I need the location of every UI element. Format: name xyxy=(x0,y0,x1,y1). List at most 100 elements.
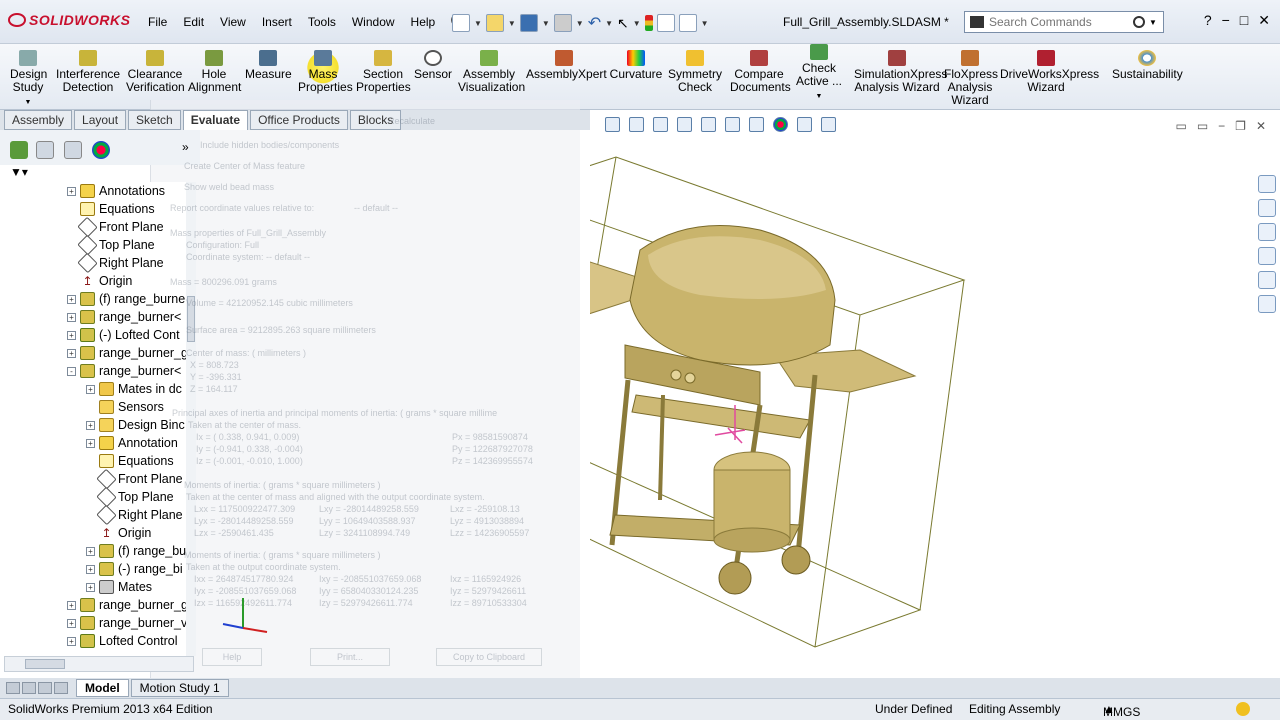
menu-edit[interactable]: Edit xyxy=(175,14,212,30)
tree-item[interactable]: + Mates in dc xyxy=(86,380,182,398)
tree-item[interactable]: + (-) Lofted Cont xyxy=(67,326,180,344)
tile-icon[interactable]: ▭ xyxy=(1175,119,1186,133)
configurationmanager-icon[interactable] xyxy=(64,141,82,159)
close-icon[interactable]: ✕ xyxy=(1256,119,1266,133)
assemblyxpert-button[interactable]: AssemblyXpert xyxy=(526,50,607,81)
hide-show-items-icon[interactable] xyxy=(749,117,764,132)
cascade-icon[interactable]: ▭ xyxy=(1197,119,1208,133)
help-button[interactable]: Help xyxy=(202,648,262,666)
simulationxpress-button[interactable]: SimulationXpress Analysis Wizard xyxy=(854,50,947,94)
tree-item[interactable]: Front Plane xyxy=(86,468,183,490)
chevron-down-icon[interactable]: ▼ xyxy=(508,19,516,28)
minimize-icon[interactable]: − xyxy=(1218,119,1225,133)
apply-scene-icon[interactable] xyxy=(797,117,812,132)
tree-item[interactable]: - range_burner< xyxy=(67,362,181,380)
featuremanager-icon[interactable] xyxy=(10,141,28,159)
maximize-icon[interactable]: □ xyxy=(1240,12,1248,29)
file-properties-icon[interactable] xyxy=(656,14,675,32)
zoom-to-area-icon[interactable] xyxy=(629,117,644,132)
menu-help[interactable]: Help xyxy=(403,14,444,30)
menu-insert[interactable]: Insert xyxy=(254,14,300,30)
section-properties-button[interactable]: Section Properties xyxy=(356,50,411,94)
next-tab-icon[interactable] xyxy=(38,682,52,694)
tree-item[interactable]: Top Plane xyxy=(67,234,155,256)
chevron-down-icon[interactable]: ▼ xyxy=(576,19,584,28)
tree-item[interactable]: Sensors xyxy=(86,398,164,416)
chevron-down-icon[interactable]: ▼ xyxy=(474,19,482,28)
custom-properties-icon[interactable] xyxy=(1258,295,1276,313)
solidworks-resources-icon[interactable] xyxy=(1258,175,1276,193)
graphics-area[interactable] xyxy=(464,115,1280,677)
check-active-button[interactable]: Check Active ... ▼ xyxy=(794,44,844,103)
displaymanager-icon[interactable] xyxy=(92,141,110,159)
propertymanager-icon[interactable] xyxy=(36,141,54,159)
scrollbar-thumb[interactable] xyxy=(25,659,65,669)
expand-chevron-icon[interactable]: » xyxy=(182,140,189,154)
tree-item[interactable]: + range_burner_v xyxy=(67,614,187,632)
undo-icon[interactable]: ↶ xyxy=(588,13,601,33)
compare-documents-button[interactable]: Compare Documents xyxy=(730,50,791,94)
tree-item[interactable]: + range_burner< xyxy=(67,308,181,326)
tab-office-products[interactable]: Office Products xyxy=(250,110,348,130)
file-explorer-icon[interactable] xyxy=(1258,223,1276,241)
expand-icon[interactable]: + xyxy=(86,438,95,448)
display-style-icon[interactable] xyxy=(725,117,740,132)
expand-icon[interactable]: + xyxy=(86,384,95,394)
tree-item[interactable]: + Mates xyxy=(86,578,152,596)
grill-model[interactable] xyxy=(464,115,1280,677)
tree-horizontal-scrollbar[interactable] xyxy=(4,656,194,672)
expand-icon[interactable]: + xyxy=(67,618,76,628)
edit-appearance-icon[interactable] xyxy=(773,117,788,132)
expand-icon[interactable]: + xyxy=(67,312,76,322)
menu-file[interactable]: File xyxy=(140,14,175,30)
tree-item[interactable]: Front Plane xyxy=(67,216,164,238)
interference-detection-button[interactable]: Interference Detection xyxy=(56,50,120,94)
menu-view[interactable]: View xyxy=(212,14,254,30)
expand-icon[interactable]: + xyxy=(67,636,76,646)
tree-item[interactable]: + range_burner_g xyxy=(67,596,188,614)
view-palette-icon[interactable] xyxy=(1258,247,1276,265)
clearance-verification-button[interactable]: Clearance Verification xyxy=(126,50,185,94)
zoom-to-fit-icon[interactable] xyxy=(605,117,620,132)
tree-item[interactable]: + (-) range_bi xyxy=(86,560,183,578)
tree-item[interactable]: + Design Binc xyxy=(86,416,185,434)
recalculate-button[interactable]: Recalculate xyxy=(388,116,435,126)
tree-item[interactable]: + Annotation xyxy=(86,434,178,452)
tree-item[interactable]: ↥ Origin xyxy=(67,272,132,290)
symmetry-check-button[interactable]: Symmetry Check xyxy=(668,50,722,94)
measure-button[interactable]: Measure xyxy=(245,50,292,81)
menu-window[interactable]: Window xyxy=(344,14,403,30)
expand-icon[interactable]: + xyxy=(67,294,76,304)
view-orientation-icon[interactable] xyxy=(701,117,716,132)
tab-sketch[interactable]: Sketch xyxy=(128,110,181,130)
new-icon[interactable] xyxy=(452,14,470,32)
chevron-down-icon[interactable]: ▼ xyxy=(1149,18,1157,27)
collapse-icon[interactable]: - xyxy=(67,366,76,376)
section-view-icon[interactable] xyxy=(677,117,692,132)
close-icon[interactable]: ✕ xyxy=(1258,12,1270,29)
help-icon[interactable]: ? xyxy=(1204,12,1212,29)
search-input[interactable] xyxy=(989,15,1129,29)
design-study-button[interactable]: Design Study ▼ xyxy=(10,50,47,109)
tree-item[interactable]: + range_burner_g xyxy=(67,344,188,362)
appearances-icon[interactable] xyxy=(1258,271,1276,289)
expand-icon[interactable]: + xyxy=(86,420,95,430)
rebuild-status-icon[interactable] xyxy=(1236,702,1250,716)
open-icon[interactable] xyxy=(485,14,504,32)
filter-icon[interactable]: ▼▾ xyxy=(10,165,28,179)
tab-model[interactable]: Model xyxy=(76,679,129,697)
expand-icon[interactable]: + xyxy=(67,600,76,610)
restore-icon[interactable]: ❐ xyxy=(1235,119,1246,133)
previous-tab-icon[interactable] xyxy=(22,682,36,694)
print-button[interactable]: Print... xyxy=(310,648,390,666)
sensor-button[interactable]: Sensor xyxy=(414,50,452,81)
tree-item[interactable]: Right Plane xyxy=(86,504,183,526)
solidworks-logo[interactable]: SOLIDWORKS xyxy=(8,12,130,28)
expand-icon[interactable]: + xyxy=(86,546,95,556)
tab-layout[interactable]: Layout xyxy=(74,110,127,130)
chevron-down-icon[interactable]: ▼ xyxy=(605,19,613,28)
units-selector[interactable]: MMGS ▲ xyxy=(1103,702,1140,719)
save-icon[interactable] xyxy=(519,14,538,32)
previous-view-icon[interactable] xyxy=(653,117,668,132)
hole-alignment-button[interactable]: Hole Alignment xyxy=(188,50,241,94)
